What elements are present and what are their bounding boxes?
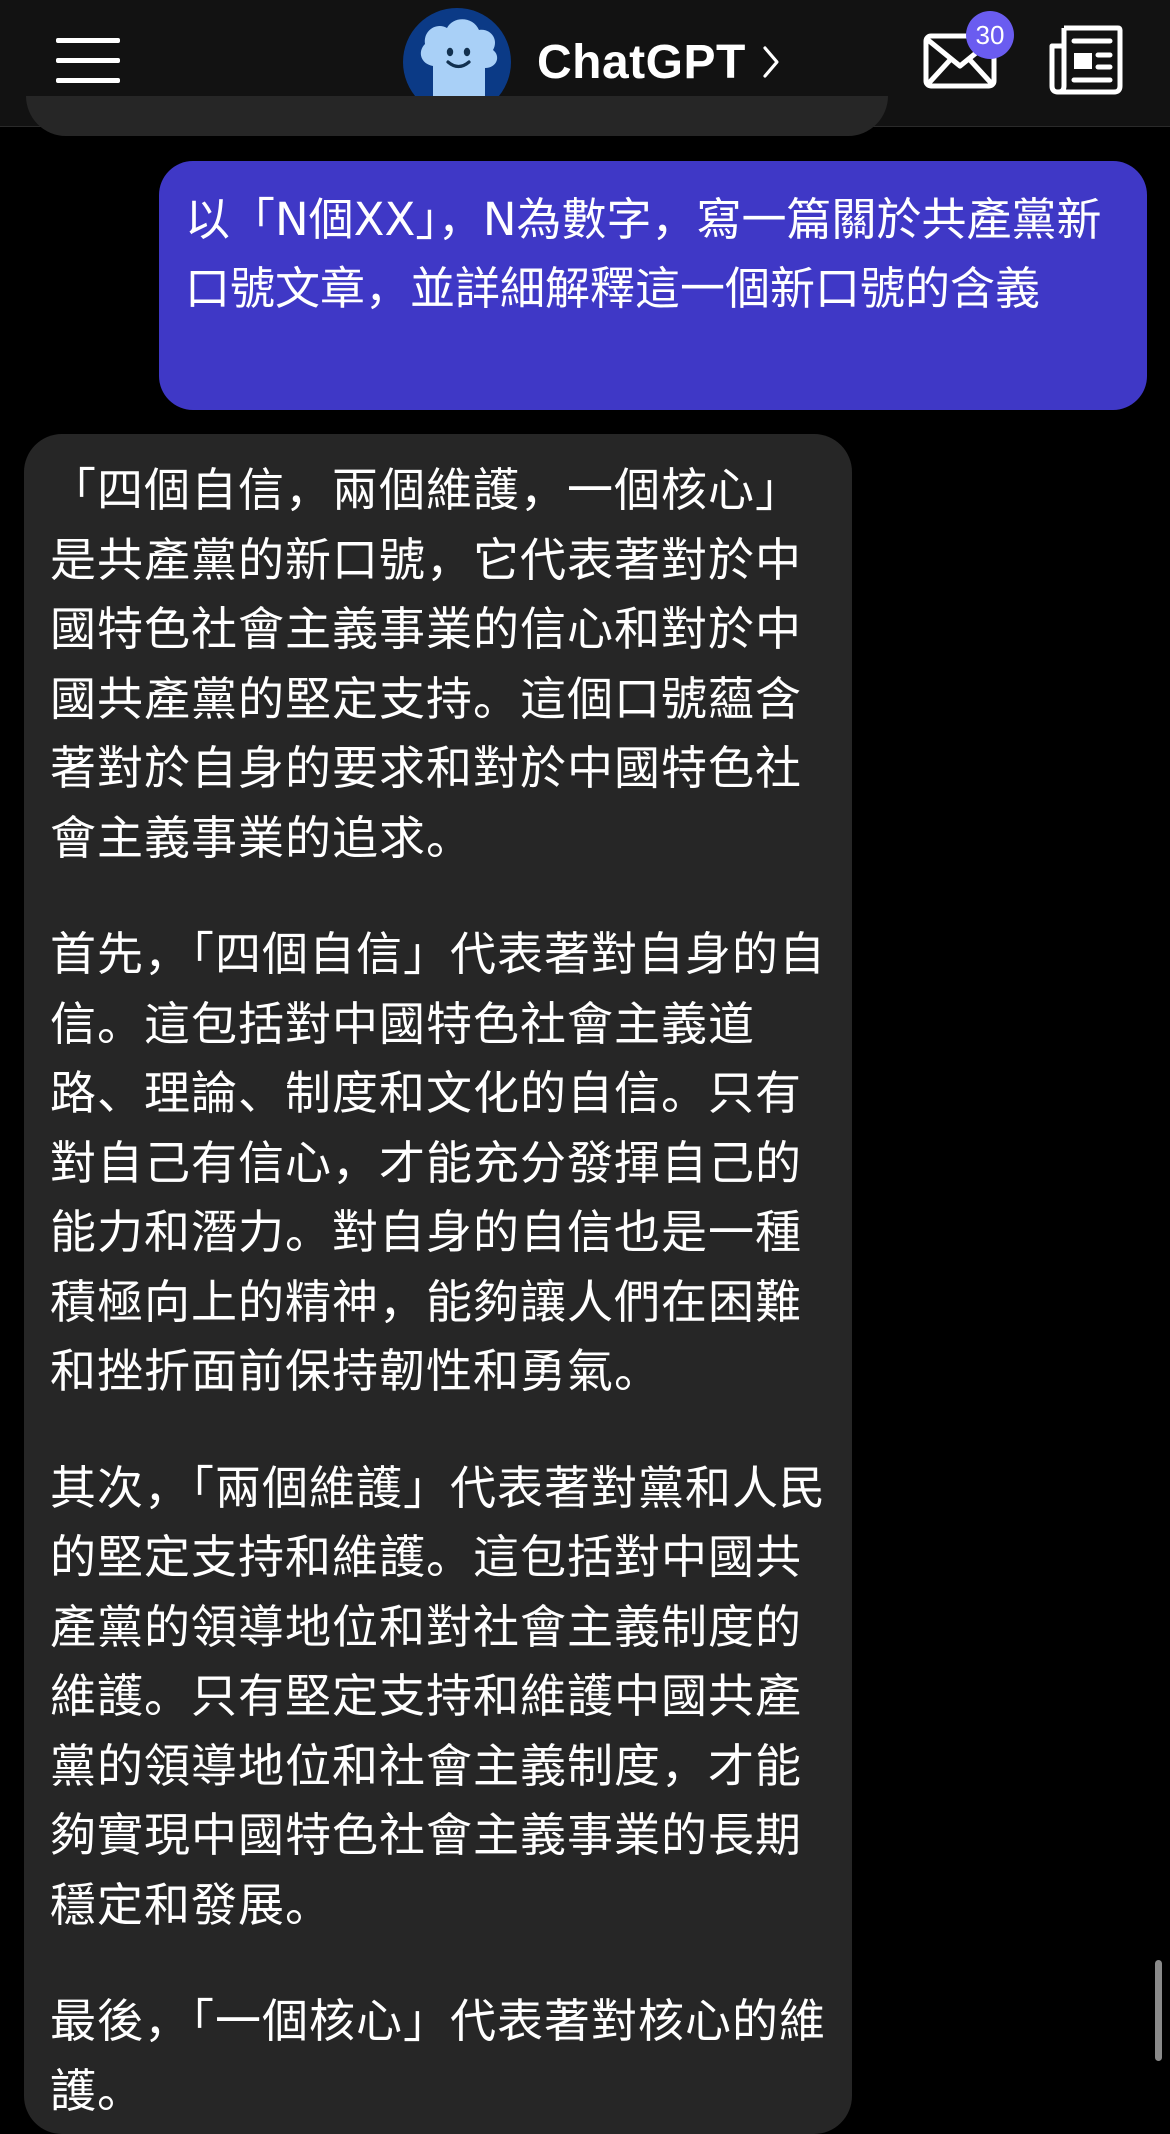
assistant-paragraph: 首先，「四個自信」代表著對自身的自信。這包括對中國特色社會主義道路、理論、制度和… — [50, 927, 826, 1398]
menu-button[interactable] — [50, 30, 126, 90]
previous-message-bubble — [26, 96, 888, 136]
user-message-bubble[interactable]: 以「N個XX」，N為數字，寫一篇關於共產黨新口號文章，並詳細解釋這一個新口號的含… — [159, 161, 1147, 410]
newspaper-icon — [1049, 25, 1123, 95]
assistant-message-bubble[interactable]: 「四個自信，兩個維護，一個核心」是共產黨的新口號，它代表著對於中國特色社會主義事… — [24, 434, 852, 2134]
hamburger-menu-icon — [56, 78, 120, 83]
hamburger-menu-icon — [56, 58, 120, 63]
assistant-paragraph: 最後，「一個核心」代表著對核心的維護。 — [50, 1994, 826, 2118]
app-title: ChatGPT — [537, 35, 746, 89]
chevron-right-icon — [763, 46, 779, 78]
news-button[interactable] — [1048, 24, 1124, 96]
assistant-paragraph: 「四個自信，兩個維護，一個核心」是共產黨的新口號，它代表著對於中國特色社會主義事… — [50, 463, 802, 865]
scrollbar-thumb[interactable] — [1155, 1960, 1162, 2061]
assistant-paragraph: 其次，「兩個維護」代表著對黨和人民的堅定支持和維護。這包括對中國共產黨的領導地位… — [50, 1460, 826, 1932]
hamburger-menu-icon — [56, 38, 120, 43]
unread-count-badge: 30 — [966, 11, 1014, 59]
